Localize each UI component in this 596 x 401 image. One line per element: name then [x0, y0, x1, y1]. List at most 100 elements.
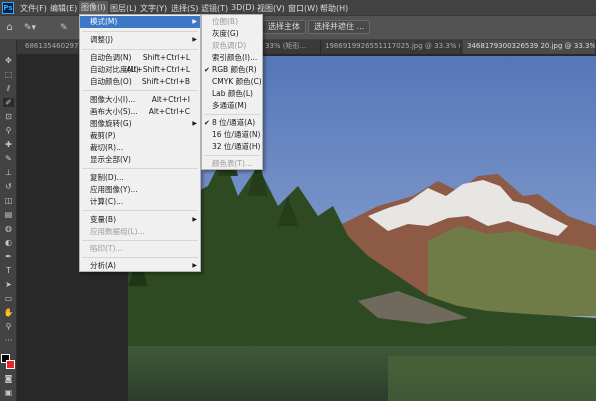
quick-select-tool-icon[interactable]: ✐	[3, 98, 14, 107]
menu-filter[interactable]: 滤镜(T)	[201, 3, 228, 14]
menu-item-label: 变量(B)	[90, 215, 116, 224]
menu-item-trap: 陷印(T)...	[80, 243, 200, 255]
menu-view[interactable]: 视图(V)	[257, 3, 285, 14]
clone-stamp-icon[interactable]: ⊥	[3, 168, 14, 177]
menu-item-apply-image[interactable]: 应用图像(Y)...	[80, 184, 200, 196]
tab-document-2[interactable]: 33% (矩形...	[261, 40, 321, 54]
move-tool-icon[interactable]: ✥	[3, 56, 14, 65]
menu-item-label: RGB 颜色(R)	[212, 65, 257, 74]
menu-image[interactable]: 图像(I)	[79, 1, 108, 15]
menu-item-auto-color[interactable]: 自动颜色(O) Shift+Ctrl+B	[80, 76, 200, 88]
submenu-arrow-icon: ▶	[192, 262, 197, 269]
menu-item-crop[interactable]: 裁剪(P)	[80, 130, 200, 142]
menu-item-label: 索引颜色(I)...	[212, 53, 258, 62]
menu-type[interactable]: 文字(Y)	[140, 3, 167, 14]
menu-item-grayscale[interactable]: 灰度(G)	[202, 28, 262, 40]
menu-item-label: 模式(M)	[90, 17, 118, 26]
hand-tool-icon[interactable]: ✋	[3, 308, 14, 317]
pen-tool-icon[interactable]: ✒	[3, 252, 14, 261]
brush-tool-icon[interactable]: ✎	[3, 154, 14, 163]
menu-item-multichannel[interactable]: 多通道(M)	[202, 100, 262, 112]
menu-item-32-bit[interactable]: 32 位/通道(H)	[202, 141, 262, 153]
submenu-arrow-icon: ▶	[192, 216, 197, 223]
blur-tool-icon[interactable]: ◍	[3, 224, 14, 233]
background-color-swatch[interactable]	[6, 360, 15, 369]
menu-item-label: 分析(A)	[90, 261, 116, 270]
tab-document-4[interactable]: 3468179300326539 20.jpg @ 33.3% (图...	[463, 40, 596, 54]
menu-item-canvas-size[interactable]: 画布大小(S)... Alt+Ctrl+C	[80, 106, 200, 118]
menu-separator	[204, 155, 260, 156]
menu-item-label: 自动颜色(O)	[90, 77, 132, 86]
menu-3d[interactable]: 3D(D)	[231, 3, 255, 12]
type-tool-icon[interactable]: T	[3, 266, 14, 275]
menu-item-analysis[interactable]: 分析(A) ▶	[80, 260, 200, 272]
shape-tool-icon[interactable]: ▭	[3, 294, 14, 303]
checkmark-icon: ✔	[204, 66, 210, 74]
path-select-icon[interactable]: ➤	[3, 280, 14, 289]
lasso-tool-icon[interactable]: ℓ	[3, 84, 14, 93]
menu-separator	[82, 210, 198, 211]
menu-item-lab-color[interactable]: Lab 颜色(L)	[202, 88, 262, 100]
menu-item-shortcut: Alt+Shift+Ctrl+L	[126, 65, 190, 74]
menu-item-indexed-color[interactable]: 索引颜色(I)...	[202, 52, 262, 64]
menu-separator	[82, 240, 198, 241]
screen-mode-icon[interactable]: ▣	[3, 388, 14, 397]
tab-document-1[interactable]: 6861354602977...	[21, 40, 81, 54]
eyedropper-tool-icon[interactable]: ⚲	[3, 126, 14, 135]
menu-item-duplicate[interactable]: 复制(D)...	[80, 172, 200, 184]
menu-item-label: 裁切(R)...	[90, 143, 124, 152]
brush-preset-icon[interactable]: ✎▾	[24, 23, 36, 33]
menu-item-cmyk-color[interactable]: CMYK 颜色(C)	[202, 76, 262, 88]
menu-help[interactable]: 帮助(H)	[320, 3, 348, 14]
menu-item-label: 图像旋转(G)	[90, 119, 132, 128]
history-brush-icon[interactable]: ↺	[3, 182, 14, 191]
menu-item-16-bit[interactable]: 16 位/通道(N)	[202, 129, 262, 141]
marquee-tool-icon[interactable]: ⬚	[3, 70, 14, 79]
menu-separator	[82, 257, 198, 258]
menu-separator	[82, 168, 198, 169]
tool-option-icon[interactable]: ✎	[60, 23, 68, 33]
menu-file[interactable]: 文件(F)	[20, 3, 47, 14]
menu-item-label: 8 位/通道(A)	[212, 118, 256, 127]
menu-window[interactable]: 窗口(W)	[288, 3, 318, 14]
photoshop-logo-icon[interactable]: Ps	[2, 2, 14, 14]
menu-item-variables[interactable]: 变量(B) ▶	[80, 214, 200, 226]
menu-item-calculations[interactable]: 计算(C)...	[80, 196, 200, 208]
more-tools-icon[interactable]: ···	[3, 336, 14, 345]
select-subject-button[interactable]: 选择主体	[262, 20, 306, 34]
menu-item-auto-contrast[interactable]: 自动对比度(U) Alt+Shift+Ctrl+L	[80, 64, 200, 76]
menu-item-label: 陷印(T)...	[90, 244, 123, 253]
menu-item-image-size[interactable]: 图像大小(I)... Alt+Ctrl+I	[80, 94, 200, 106]
menu-item-label: 裁剪(P)	[90, 131, 116, 140]
mode-submenu: 位图(B) 灰度(G) 双色调(D) 索引颜色(I)... ✔ RGB 颜色(R)…	[201, 14, 263, 170]
crop-tool-icon[interactable]: ⊡	[3, 112, 14, 121]
zoom-tool-icon[interactable]: ⚲	[3, 322, 14, 331]
menu-item-reveal-all[interactable]: 显示全部(V)	[80, 154, 200, 166]
menu-item-shortcut: Alt+Ctrl+I	[151, 95, 190, 104]
menu-item-mode[interactable]: 模式(M) ▶	[80, 16, 200, 28]
menu-edit[interactable]: 编辑(E)	[50, 3, 77, 14]
menu-item-image-rotation[interactable]: 图像旋转(G) ▶	[80, 118, 200, 130]
home-icon[interactable]: ⌂	[4, 23, 15, 33]
select-and-mask-button[interactable]: 选择并遮住 ...	[308, 20, 371, 34]
menu-item-auto-tone[interactable]: 自动色调(N) Shift+Ctrl+L	[80, 52, 200, 64]
menu-layer[interactable]: 图层(L)	[110, 3, 137, 14]
menu-item-label: 自动色调(N)	[90, 53, 132, 62]
menu-item-label: 画布大小(S)...	[90, 107, 138, 116]
menu-item-8-bit[interactable]: ✔ 8 位/通道(A)	[202, 117, 262, 129]
menu-item-trim[interactable]: 裁切(R)...	[80, 142, 200, 154]
gradient-tool-icon[interactable]: ▤	[3, 210, 14, 219]
quick-mask-icon[interactable]: ◙	[3, 374, 14, 383]
tab-document-3[interactable]: 1986919926551117025.jpg @ 33.3% (图...×	[321, 40, 461, 54]
dodge-tool-icon[interactable]: ◐	[3, 238, 14, 247]
eraser-tool-icon[interactable]: ◫	[3, 196, 14, 205]
healing-brush-icon[interactable]: ✚	[3, 140, 14, 149]
menu-separator	[204, 114, 260, 115]
menu-item-rgb-color[interactable]: ✔ RGB 颜色(R)	[202, 64, 262, 76]
menu-select[interactable]: 选择(S)	[171, 3, 198, 14]
menu-item-bitmap: 位图(B)	[202, 16, 262, 28]
menu-item-label: 计算(C)...	[90, 197, 124, 206]
menu-item-shortcut: Shift+Ctrl+L	[142, 53, 190, 62]
submenu-arrow-icon: ▶	[192, 120, 197, 127]
menu-item-adjustments[interactable]: 调整(J) ▶	[80, 34, 200, 46]
